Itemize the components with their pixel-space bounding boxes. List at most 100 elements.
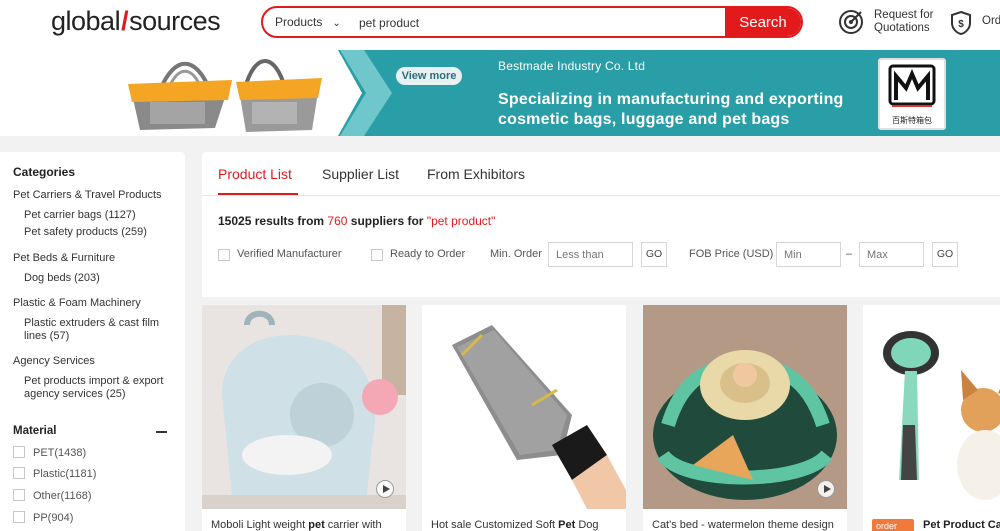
search-category-label: Products (275, 15, 323, 29)
category-sidebar: Categories Pet Carriers & Travel Product… (0, 152, 185, 531)
min-order-go-button[interactable]: GO (641, 242, 667, 267)
category-item-import-export[interactable]: Pet products import & export agency serv… (24, 375, 163, 401)
min-order-input[interactable] (548, 242, 633, 267)
title-text: Cat's bed - watermelon theme design (652, 519, 834, 531)
product-card[interactable]: Cat's bed - watermelon theme design (643, 305, 847, 531)
title-text: Hot sale Customized Soft (431, 519, 559, 531)
category-pet-carriers[interactable]: Pet Carriers & Travel Products (13, 189, 162, 201)
fob-min-input[interactable] (776, 242, 841, 267)
category-plastic-machinery[interactable]: Plastic & Foam Machinery (13, 297, 141, 309)
results-count: 15025 (218, 214, 252, 228)
category-pet-beds[interactable]: Pet Beds & Furniture (13, 252, 115, 264)
verified-manufacturer-label[interactable]: Verified Manufacturer (237, 248, 342, 260)
search-button[interactable]: Search (725, 8, 801, 36)
material-heading: Material (13, 425, 57, 437)
title-text: Moboli Light weight (211, 519, 309, 531)
video-play-icon[interactable] (817, 480, 835, 498)
orders-shield-icon[interactable]: $ (949, 10, 973, 36)
supplier-brand-logo[interactable]: 百斯特箱包 (878, 58, 946, 130)
tab-divider (202, 195, 1000, 196)
svg-text:$: $ (958, 19, 964, 30)
tagline-line2: cosmetic bags, luggage and pet bags (498, 111, 790, 128)
rfq-line2: Quotations (874, 22, 930, 34)
search-input[interactable] (359, 12, 719, 34)
tab-product-list[interactable]: Product List (218, 166, 292, 182)
banner-company-name[interactable]: Bestmade Industry Co. Ltd (498, 59, 645, 73)
ready-to-order-checkbox[interactable] (371, 249, 383, 261)
collapse-minus-icon[interactable] (156, 431, 167, 433)
results-summary: 15025 results from 760 suppliers for "pe… (218, 214, 495, 228)
item-line: agency services (25) (24, 388, 126, 400)
title-text: Dog (575, 519, 599, 531)
min-order-label: Min. Order (490, 248, 542, 260)
banner-product-photo (0, 50, 362, 136)
title-keyword: Pet (558, 519, 576, 531)
item-line: lines (57) (24, 330, 70, 342)
product-title[interactable]: Moboli Light weight pet carrier with (211, 519, 382, 531)
material-label[interactable]: Plastic(1181) (33, 468, 96, 480)
product-card[interactable]: order Pet Product Ca (863, 305, 1000, 531)
product-card[interactable]: Moboli Light weight pet carrier with (202, 305, 406, 531)
fob-go-button[interactable]: GO (932, 242, 958, 267)
ready-to-order-label[interactable]: Ready to Order (390, 248, 465, 260)
material-checkbox[interactable] (13, 446, 25, 458)
product-image-watermelon-bed[interactable] (643, 305, 847, 509)
fob-max-input[interactable] (859, 242, 924, 267)
video-play-icon[interactable] (376, 480, 394, 498)
order-badge: order (872, 519, 914, 531)
verified-manufacturer-checkbox[interactable] (218, 249, 230, 261)
view-more-button[interactable]: View more (396, 67, 462, 85)
rfq-line1: Request for (874, 9, 934, 21)
search-category-select[interactable]: Products ⌄ (275, 15, 341, 29)
product-card[interactable]: Hot sale Customized Soft Pet Dog (422, 305, 626, 531)
pet-bags-image (128, 59, 322, 132)
fob-price-label: FOB Price (USD) (689, 248, 774, 260)
suppliers-count: 760 (327, 214, 348, 228)
category-item-pet-safety[interactable]: Pet safety products (259) (24, 226, 147, 239)
results-mid-text: results from (254, 214, 325, 228)
bestmade-logo-mark (888, 64, 936, 107)
material-checkbox[interactable] (13, 467, 25, 479)
product-title[interactable]: Pet Product Ca (923, 519, 1000, 531)
logo-text-left: global (51, 6, 121, 36)
item-line: Plastic extruders & cast film (24, 317, 160, 329)
banner-tagline: Specializing in manufacturing and export… (498, 90, 844, 130)
title-keyword: Pet Product Ca (923, 519, 1000, 531)
results-panel: Product List Supplier List From Exhibito… (202, 152, 1000, 297)
product-title[interactable]: Cat's bed - watermelon theme design (652, 519, 834, 531)
material-label[interactable]: PET(1438) (33, 447, 86, 459)
material-checkbox[interactable] (13, 489, 25, 501)
logo-text-right: sources (129, 6, 221, 36)
product-image-pet-carrier[interactable] (202, 305, 406, 509)
tagline-line1: Specializing in manufacturing and export… (498, 91, 844, 108)
product-image-pet-brush[interactable] (863, 305, 1000, 509)
search-bar: Products ⌄ Search (261, 6, 803, 38)
orders-link[interactable]: Ord (982, 15, 1000, 27)
item-line: Pet products import & export (24, 375, 164, 387)
rfq-link[interactable]: Request for Quotations (874, 9, 933, 35)
chevron-down-icon: ⌄ (332, 18, 341, 29)
range-dash: – (846, 248, 853, 260)
suppliers-text: suppliers for (350, 214, 424, 228)
logo-slash: / (121, 6, 129, 36)
tab-from-exhibitors[interactable]: From Exhibitors (427, 166, 525, 182)
search-query-echo: "pet product" (426, 214, 496, 228)
category-item-pet-carrier-bags[interactable]: Pet carrier bags (1127) (24, 209, 136, 222)
category-item-dog-beds[interactable]: Dog beds (203) (24, 272, 100, 285)
globalsources-logo[interactable]: global/sources (51, 6, 221, 37)
product-title[interactable]: Hot sale Customized Soft Pet Dog (431, 519, 599, 531)
brand-caption: 百斯特箱包 (892, 116, 932, 125)
categories-heading: Categories (13, 165, 76, 179)
material-label[interactable]: PP(904) (33, 512, 73, 524)
rfq-target-icon[interactable] (838, 9, 864, 35)
supplier-banner[interactable]: View more Bestmade Industry Co. Ltd Spec… (0, 50, 1000, 136)
title-keyword: pet (308, 519, 325, 531)
tab-supplier-list[interactable]: Supplier List (322, 166, 399, 182)
top-header: global/sources Products ⌄ Search Request … (0, 0, 1000, 50)
category-item-plastic-extruders[interactable]: Plastic extruders & cast film lines (57) (24, 317, 159, 343)
title-text: carrier with (324, 519, 382, 531)
product-image-grooming-glove[interactable] (422, 305, 626, 509)
category-agency-services[interactable]: Agency Services (13, 355, 95, 367)
material-checkbox[interactable] (13, 511, 25, 523)
material-label[interactable]: Other(1168) (33, 490, 92, 502)
